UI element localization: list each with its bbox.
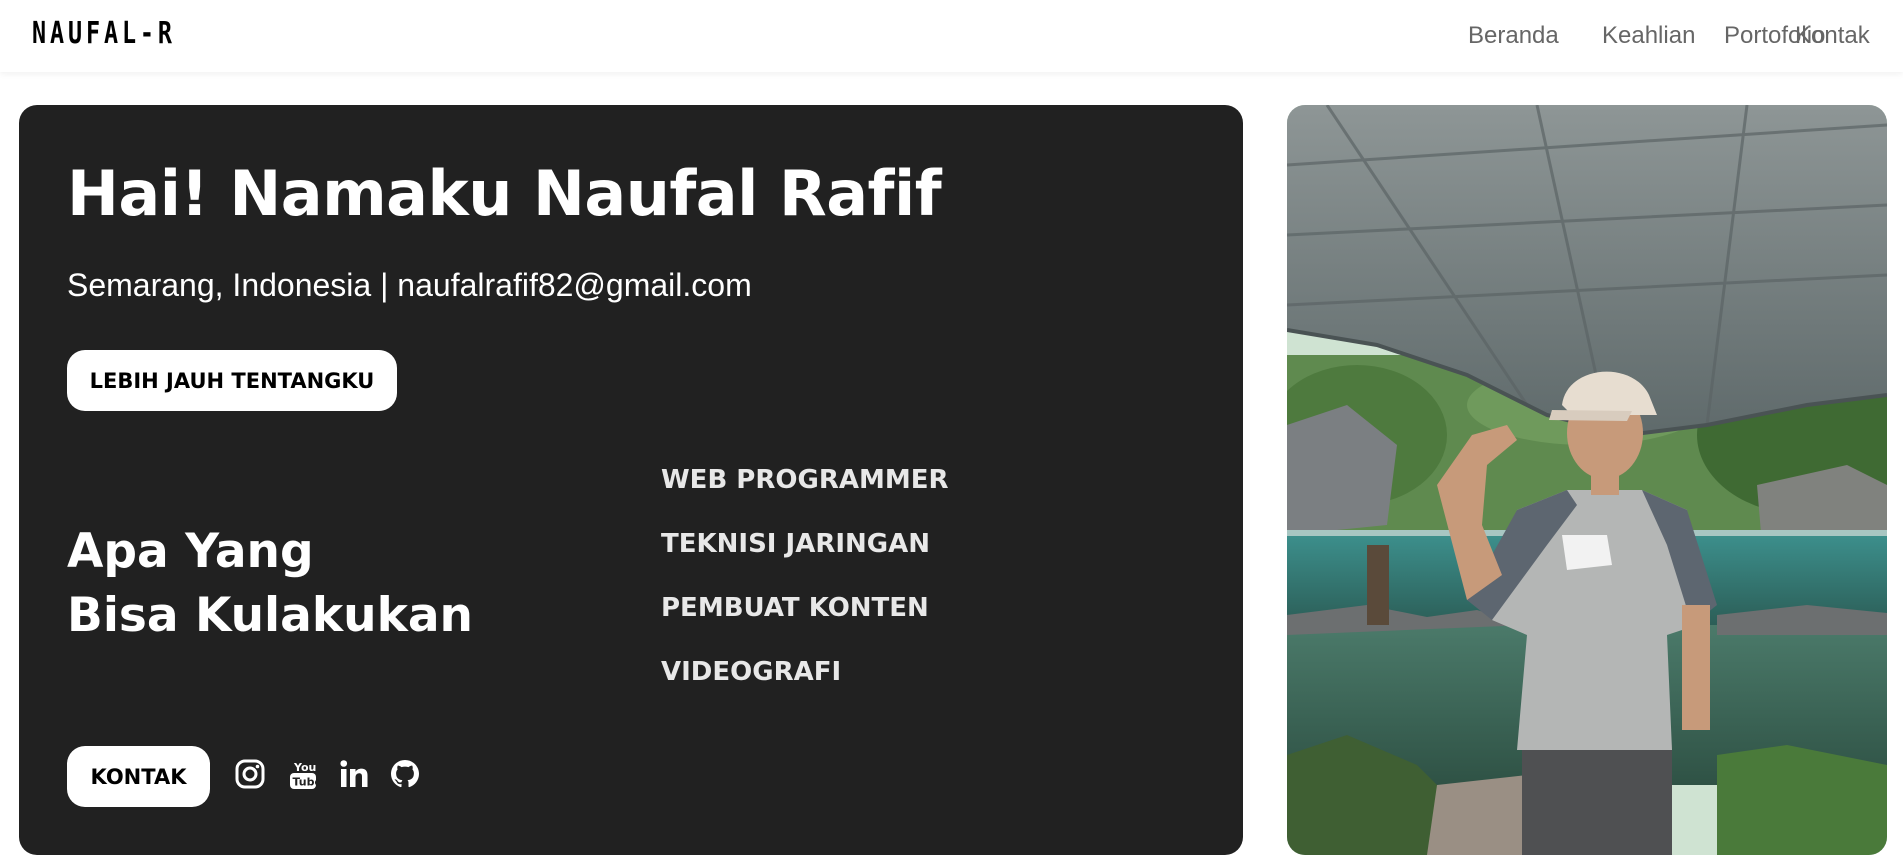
- hero-subtitle: Semarang, Indonesia | naufalrafif82@gmai…: [67, 267, 752, 303]
- github-icon-svg: [391, 760, 419, 788]
- svg-text:You: You: [293, 761, 316, 774]
- nav-link-kontak[interactable]: Kontak: [1795, 22, 1870, 50]
- nav-link-beranda[interactable]: Beranda: [1468, 22, 1559, 50]
- skill-item: WEB PROGRAMMER: [661, 465, 949, 495]
- services-heading: Apa Yang Bisa Kulakukan: [67, 520, 473, 648]
- github-icon[interactable]: [387, 756, 423, 792]
- hero-card: Hai! Namaku Naufal Rafif Semarang, Indon…: [19, 105, 1243, 855]
- contact-button[interactable]: KONTAK: [67, 746, 210, 807]
- skill-item: PEMBUAT KONTEN: [661, 593, 929, 623]
- youtube-icon-svg: You Tube: [290, 761, 321, 789]
- site-logo[interactable]: NAUFAL-R: [32, 16, 176, 51]
- linkedin-icon-svg: [340, 760, 368, 787]
- nav-link-keahlian[interactable]: Keahlian: [1602, 22, 1695, 50]
- linkedin-icon[interactable]: [336, 756, 372, 792]
- svg-text:Tube: Tube: [293, 776, 321, 789]
- instagram-icon[interactable]: [232, 756, 268, 792]
- navbar: NAUFAL-R Beranda Keahlian Portofolio Kon…: [0, 0, 1903, 72]
- profile-photo-illustration: [1287, 105, 1887, 855]
- about-me-button[interactable]: LEBIH JAUH TENTANGKU: [67, 350, 397, 411]
- services-heading-line2: Bisa Kulakukan: [67, 588, 474, 643]
- skill-item: VIDEOGRAFI: [661, 657, 842, 687]
- skill-item: TEKNISI JARINGAN: [661, 529, 931, 559]
- hero-title: Hai! Namaku Naufal Rafif: [67, 157, 942, 230]
- services-heading-line1: Apa Yang: [67, 524, 314, 579]
- youtube-icon[interactable]: You Tube: [284, 756, 320, 792]
- profile-photo: [1287, 105, 1887, 855]
- instagram-icon-svg: [235, 759, 265, 789]
